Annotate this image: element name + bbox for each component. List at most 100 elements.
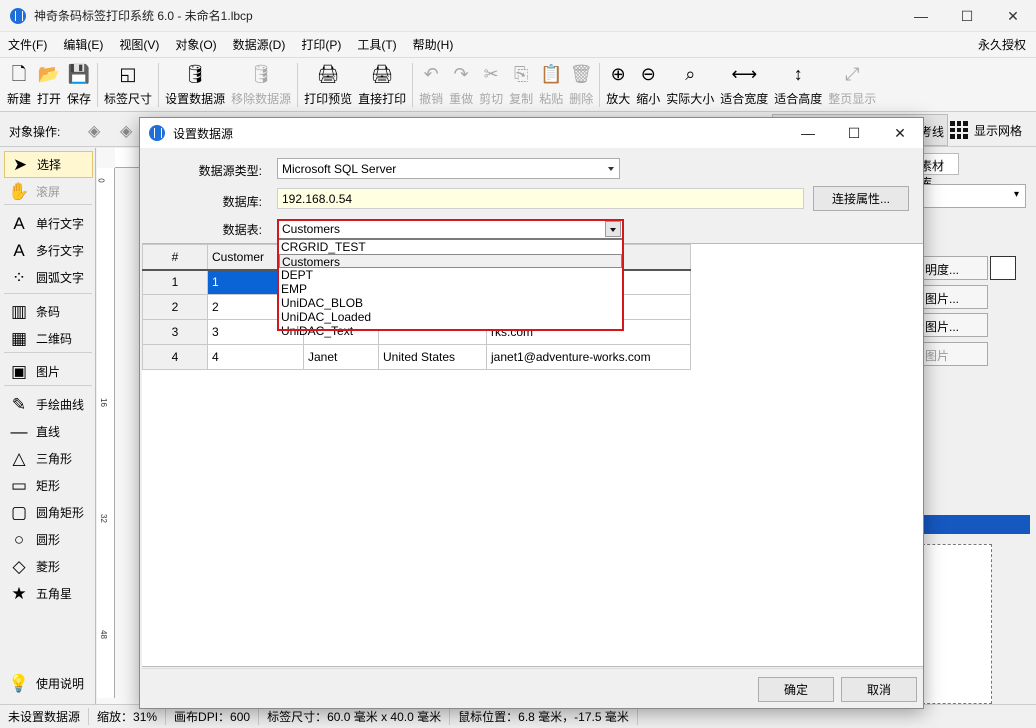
palette-item-3[interactable]: A 多行文字 (4, 237, 93, 264)
right-panel-select[interactable]: ▾ (920, 184, 1026, 208)
transparency-button[interactable]: 明度... (920, 256, 988, 280)
menu-view[interactable]: 视图(V) (111, 36, 167, 53)
toolbar-label: 新建 (7, 92, 32, 106)
show-grid-button[interactable]: 显示网格 (950, 121, 1022, 139)
row-number-cell[interactable]: 2 (142, 294, 208, 320)
table-option[interactable]: UniDAC_Loaded (279, 310, 622, 324)
arc-text-icon: ⁘ (11, 267, 27, 287)
palette-item-6[interactable]: ▦ 二维码 (4, 325, 93, 352)
dialog-close-button[interactable]: ✕ (877, 118, 923, 148)
table-cell[interactable]: 4 (207, 344, 304, 370)
palette-item-0[interactable]: ➤ 选择 (4, 151, 93, 178)
triangle-icon: △ (12, 448, 26, 468)
open-icon: 📂 (37, 64, 61, 84)
palette-item-14[interactable]: ◇ 菱形 (4, 553, 93, 580)
palette-item-16[interactable]: 💡 使用说明 (4, 670, 93, 697)
toolbar-button-2[interactable]: 💾 保存 (64, 58, 94, 112)
palette-item-12[interactable]: ▢ 圆角矩形 (4, 499, 93, 526)
toolbar-label: 放大 (606, 92, 631, 106)
palette-item-8[interactable]: ✎ 手绘曲线 (4, 391, 93, 418)
color-swatch[interactable] (990, 256, 1016, 280)
palette-item-9[interactable]: — 直线 (4, 418, 93, 445)
multi-line-text-icon: A (13, 240, 25, 260)
palette-item-label: 圆形 (36, 533, 61, 547)
table-option[interactable]: DEPT (279, 268, 622, 282)
toolbar-button-7[interactable]: 🖨 直接打印 (355, 58, 409, 112)
table-cell[interactable]: Janet (303, 344, 379, 370)
menu-edit[interactable]: 编辑(E) (55, 36, 111, 53)
license-label[interactable]: 永久授权 (978, 36, 1026, 53)
row-number-cell[interactable]: 4 (142, 344, 208, 370)
row-number-cell[interactable]: 1 (142, 269, 208, 295)
menu-object[interactable]: 对象(O) (167, 36, 224, 53)
dialog-minimize-button[interactable]: — (785, 118, 831, 148)
palette-item-7[interactable]: ▣ 图片 (4, 358, 93, 385)
status-zoom: 缩放：31% (89, 708, 167, 725)
toolbar-button-18[interactable]: ↕ 适合高度 (771, 58, 825, 112)
dropdown-arrow-icon[interactable] (605, 221, 621, 237)
palette-item-15[interactable]: ★ 五角星 (4, 580, 93, 607)
source-type-select[interactable]: Microsoft SQL Server (277, 158, 620, 179)
table-option[interactable]: UniDAC_BLOB (279, 296, 622, 310)
table-select[interactable]: Customers (277, 219, 623, 239)
toolbar-button-9: ↷ 重做 (446, 58, 476, 112)
source-type-value: Microsoft SQL Server (282, 162, 397, 176)
toolbar-button-1[interactable]: 📂 打开 (34, 58, 64, 112)
connection-properties-button[interactable]: 连接属性... (813, 186, 909, 211)
dialog-maximize-button[interactable]: ☐ (831, 118, 877, 148)
panel-header-bar (920, 515, 1030, 534)
toolbar-button-4[interactable]: 🛢 设置数据源 (162, 58, 228, 112)
palette-item-2[interactable]: A 单行文字 (4, 210, 93, 237)
toolbar-label: 适合宽度 (720, 92, 769, 106)
actual-size-icon: ⌕ (685, 64, 696, 84)
toolbar-button-14[interactable]: ⊕ 放大 (603, 58, 633, 112)
star-icon: ★ (11, 583, 27, 603)
minimize-button[interactable]: — (898, 0, 944, 32)
menu-datasource[interactable]: 数据源(D) (225, 36, 294, 53)
table-option[interactable]: Customers (279, 254, 622, 269)
palette-item-10[interactable]: △ 三角形 (4, 445, 93, 472)
menu-print[interactable]: 打印(P) (293, 36, 349, 53)
single-line-text-icon: A (13, 213, 25, 233)
toolbar-button-0[interactable]: 🗋 新建 (4, 58, 34, 112)
datasource-dialog: 设置数据源 — ☐ ✕ 数据源类型: Microsoft SQL Server … (139, 117, 924, 709)
main-toolbar: 🗋 新建 📂 打开 💾 保存 ◱ 标签尺寸 🛢 设置数据源 🛢 移除数据源 🖨 打印预览 🖨 直接打印 ↶ 撤销 ↷… (0, 58, 1036, 112)
toolbar-button-3[interactable]: ◱ 标签尺寸 (101, 58, 155, 112)
layer-up-icon[interactable]: ◈ (88, 121, 108, 140)
palette-item-11[interactable]: ▭ 矩形 (4, 472, 93, 499)
toolbar-button-17[interactable]: ⟷ 适合宽度 (717, 58, 771, 112)
table-option[interactable]: EMP (279, 282, 622, 296)
dialog-titlebar: 设置数据源 — ☐ ✕ (140, 118, 923, 148)
layer-down-icon[interactable]: ◈ (120, 121, 140, 140)
image-button-1[interactable]: 图片... (920, 285, 988, 309)
cancel-button[interactable]: 取消 (841, 677, 917, 702)
toolbar-button-15[interactable]: ⊖ 缩小 (633, 58, 663, 112)
table-row[interactable]: 4 4 Janet United States janet1@adventure-wor… (142, 344, 691, 370)
palette-item-5[interactable]: ▥ 条码 (4, 298, 93, 325)
circle-icon: ○ (13, 529, 25, 549)
row-number-cell[interactable]: 3 (142, 319, 208, 345)
menu-file[interactable]: 文件(F) (0, 36, 55, 53)
image-button-2[interactable]: 图片... (920, 313, 988, 337)
table-option[interactable]: CRGRID_TEST (279, 240, 622, 254)
table-cell[interactable]: United States (378, 344, 487, 370)
palette-item-13[interactable]: ○ 圆形 (4, 526, 93, 553)
ok-button[interactable]: 确定 (758, 677, 834, 702)
column-header[interactable]: # (142, 244, 208, 271)
palette-item-4[interactable]: ⁘ 圆弧文字 (4, 264, 93, 291)
palette-item-label: 滚屏 (36, 185, 61, 199)
menu-tools[interactable]: 工具(T) (349, 36, 404, 53)
palette-item-label: 矩形 (36, 479, 61, 493)
toolbar-button-16[interactable]: ⌕ 实际大小 (663, 58, 717, 112)
table-cell[interactable]: janet1@adventure-works.com (486, 344, 691, 370)
toolbar-button-6[interactable]: 🖨 打印预览 (301, 58, 355, 112)
chevron-down-icon (608, 167, 614, 171)
freehand-icon: ✎ (11, 394, 27, 414)
close-button[interactable]: ✕ (990, 0, 1036, 32)
maximize-button[interactable]: ☐ (944, 0, 990, 32)
database-field[interactable]: 192.168.0.54 (277, 188, 804, 209)
menu-help[interactable]: 帮助(H) (405, 36, 462, 53)
label-preview (922, 544, 992, 704)
table-option[interactable]: UniDAC_Text (279, 324, 622, 338)
toolbar-label: 整页显示 (828, 92, 877, 106)
